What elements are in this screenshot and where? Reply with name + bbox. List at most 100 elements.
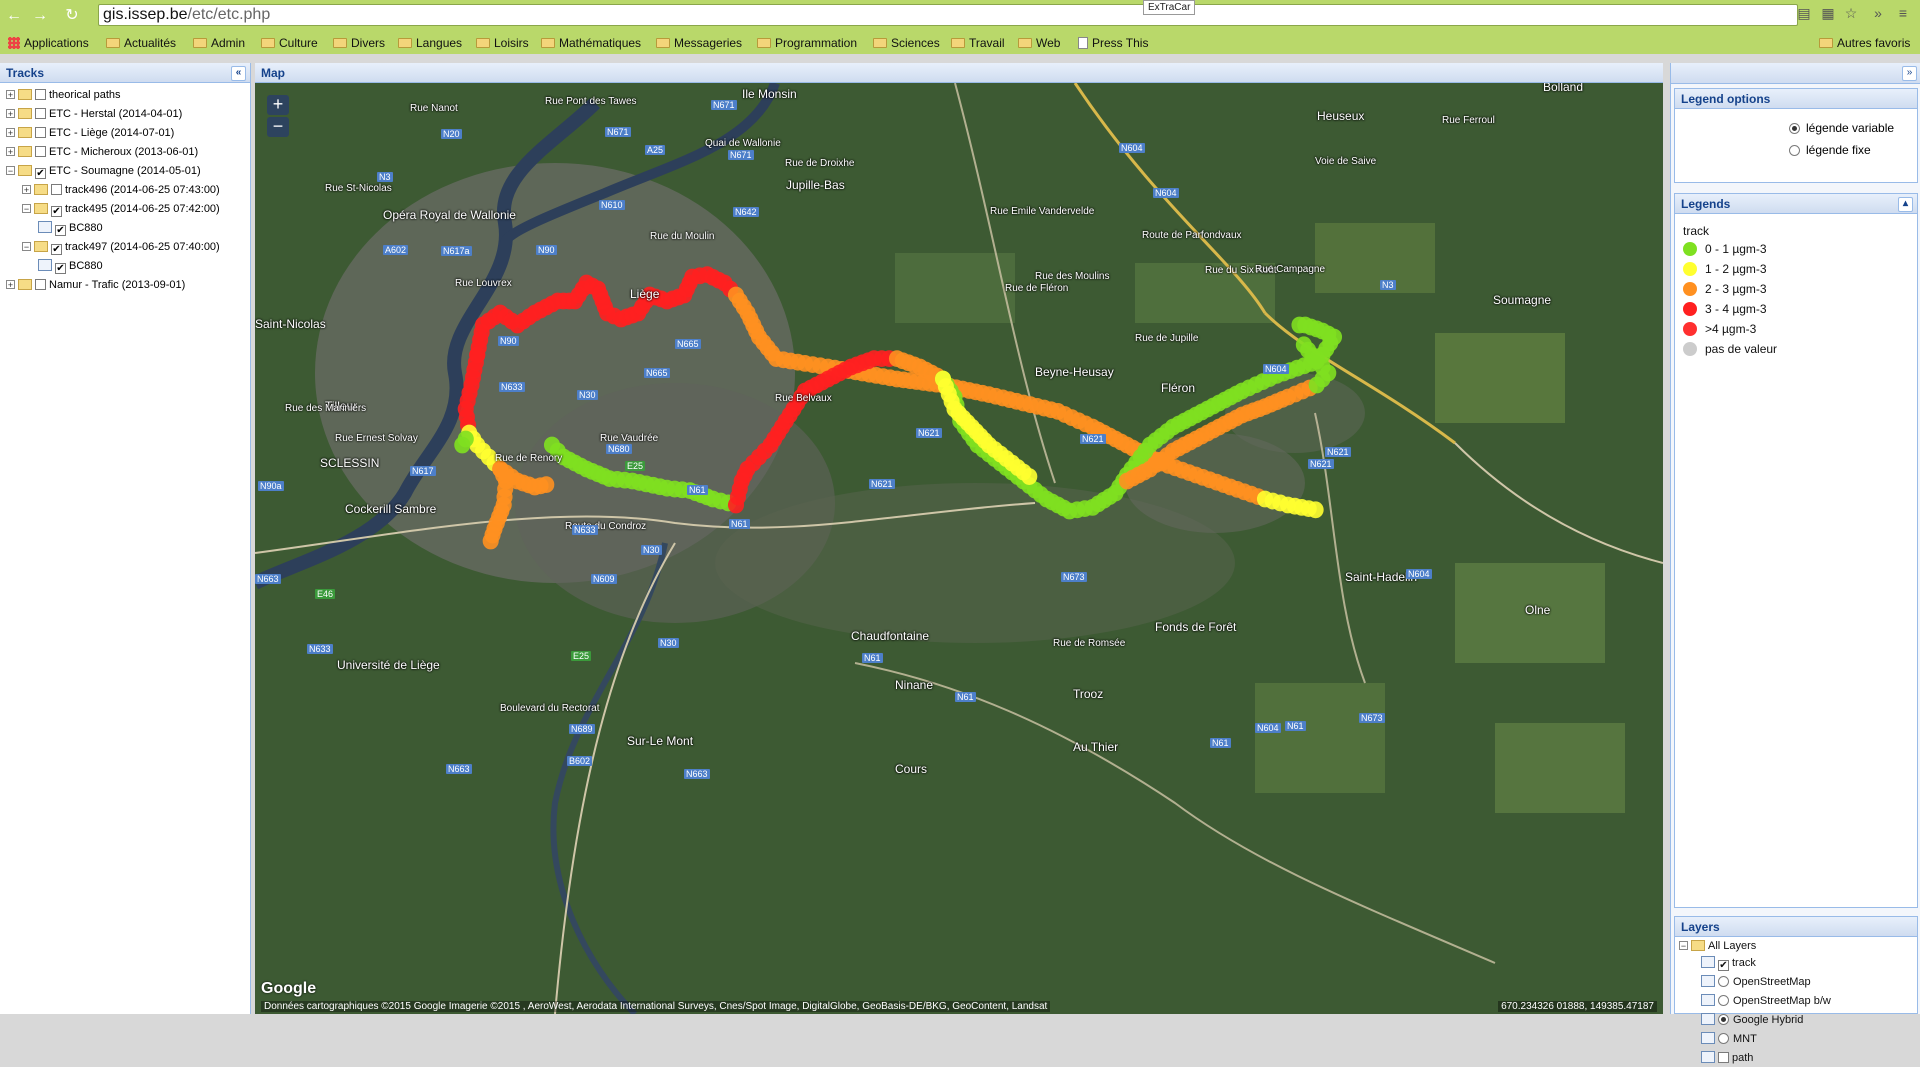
forward-icon[interactable]: → [30, 6, 50, 26]
collapse-up-icon[interactable]: ▴ [1898, 197, 1913, 212]
expand-icon[interactable]: + [6, 90, 15, 100]
url-bar[interactable]: gis.issep.be/etc/etc.php [98, 4, 1798, 26]
expand-icon[interactable]: + [6, 128, 15, 138]
tree-node-label: track496 (2014-06-25 07:43:00) [65, 184, 220, 196]
back-icon[interactable]: ← [4, 6, 24, 26]
collapse-icon[interactable]: − [22, 242, 31, 252]
bookmark-folder[interactable]: Sciences [873, 35, 940, 51]
tree-node[interactable]: − ✔ track495 (2014-06-25 07:42:00) [22, 201, 220, 217]
tree-node[interactable]: + ETC - Micheroux (2013-06-01) [6, 144, 198, 160]
more-extensions-icon[interactable]: » [1870, 5, 1886, 21]
radio-icon[interactable] [1718, 1014, 1729, 1025]
layer-item[interactable]: OpenStreetMap b/w [1701, 992, 1831, 1010]
track-point[interactable] [1295, 336, 1312, 354]
radio-icon[interactable] [1789, 145, 1800, 156]
bookmark-folder[interactable]: Loisirs [476, 35, 529, 51]
route-shield: N61 [862, 653, 883, 663]
route-shield: N680 [606, 444, 632, 454]
checkbox[interactable] [35, 279, 46, 290]
tree-leaf-sensor[interactable]: ✔ BC880 [38, 220, 103, 236]
collapse-icon[interactable]: − [22, 204, 31, 214]
tree-node[interactable]: + Namur - Trafic (2013-09-01) [6, 277, 185, 293]
bookmark-folder[interactable]: Travail [951, 35, 1005, 51]
page-icon[interactable]: ▤ [1796, 5, 1812, 21]
layer-item[interactable]: MNT [1701, 1030, 1757, 1048]
radio-icon[interactable] [1718, 1033, 1729, 1044]
checkbox[interactable] [35, 146, 46, 157]
bookmark-folder[interactable]: Mathématiques [541, 35, 641, 51]
zoom-out-button[interactable]: − [267, 117, 289, 137]
bookmark-label: Loisirs [494, 36, 529, 50]
place-label: SCLESSIN [320, 456, 380, 470]
bookmark-folder[interactable]: Messageries [656, 35, 742, 51]
route-shield: N642 [733, 207, 759, 217]
collapse-icon[interactable]: − [6, 166, 15, 176]
google-logo[interactable]: Google [261, 980, 316, 998]
checkbox[interactable]: ✔ [1718, 960, 1729, 971]
tree-node[interactable]: + theorical paths [6, 87, 121, 103]
expand-icon[interactable]: + [6, 109, 15, 119]
reload-icon[interactable]: ↻ [62, 6, 82, 26]
bookmark-folder[interactable]: Langues [398, 35, 462, 51]
map-panel: Map Ile Monsin Heuseux Bolland Soumagne … [255, 63, 1663, 1014]
expand-icon[interactable]: + [6, 147, 15, 157]
checkbox[interactable] [51, 184, 62, 195]
tree-node[interactable]: − ✔ ETC - Soumagne (2014-05-01) [6, 163, 201, 179]
extension-icon[interactable]: ▦ [1820, 5, 1836, 21]
bookmark-folder[interactable]: Actualités [106, 35, 176, 51]
tree-node[interactable]: + ETC - Herstal (2014-04-01) [6, 106, 182, 122]
bookmark-apps[interactable]: Applications [8, 35, 89, 51]
collapse-left-icon[interactable]: « [231, 66, 246, 81]
right-panel: » Legend options légende variable légend… [1670, 63, 1920, 1064]
track-point[interactable] [457, 430, 474, 448]
bookmark-folder[interactable]: Programmation [757, 35, 857, 51]
collapse-icon[interactable]: − [1679, 941, 1688, 951]
checkbox[interactable] [35, 127, 46, 138]
layer-item[interactable]: ✔ track [1701, 954, 1756, 972]
checkbox[interactable]: ✔ [51, 206, 62, 217]
bookmark-page[interactable]: Press This [1078, 35, 1148, 51]
bookmark-folder[interactable]: Culture [261, 35, 318, 51]
tree-node-label: BC880 [69, 222, 103, 234]
track-point[interactable] [538, 476, 555, 494]
map-canvas[interactable]: Ile Monsin Heuseux Bolland Soumagne Saint-Ni… [255, 83, 1663, 1014]
track-point[interactable] [1021, 468, 1038, 485]
legend-option-fixed[interactable]: légende fixe [1789, 141, 1871, 159]
tree-node[interactable]: − ✔ track497 (2014-06-25 07:40:00) [22, 239, 220, 255]
place-label: Cockerill Sambre [345, 502, 437, 516]
bookmark-folder[interactable]: Divers [333, 35, 385, 51]
checkbox[interactable] [35, 89, 46, 100]
bookmark-other[interactable]: Autres favoris [1819, 35, 1910, 51]
tree-node[interactable]: + ETC - Liège (2014-07-01) [6, 125, 174, 141]
checkbox[interactable]: ✔ [55, 225, 66, 236]
tree-leaf-sensor[interactable]: ✔ BC880 [38, 258, 103, 274]
bookmark-folder[interactable]: Admin [193, 35, 245, 51]
zoom-in-button[interactable]: + [267, 95, 289, 115]
track-point[interactable] [1307, 501, 1324, 519]
bookmark-folder[interactable]: Web [1018, 35, 1060, 51]
expand-icon[interactable]: + [6, 280, 15, 290]
checkbox[interactable]: ✔ [51, 244, 62, 255]
star-icon[interactable]: ☆ [1843, 5, 1859, 21]
checkbox[interactable] [1718, 1052, 1729, 1063]
menu-icon[interactable]: ≡ [1895, 5, 1911, 21]
route-shield: N671 [711, 100, 737, 110]
checkbox[interactable] [35, 108, 46, 119]
radio-icon[interactable] [1718, 976, 1729, 987]
checkbox[interactable]: ✔ [35, 168, 46, 179]
layer-item[interactable]: OpenStreetMap [1701, 973, 1811, 991]
expand-icon[interactable]: + [22, 185, 31, 195]
layer-item[interactable]: path [1701, 1049, 1753, 1067]
radio-icon[interactable] [1718, 995, 1729, 1006]
folder-icon [261, 38, 275, 48]
radio-icon[interactable] [1789, 123, 1800, 134]
map-attribution: Données cartographiques ©2015 Google Ima… [261, 1001, 1051, 1012]
track-point[interactable] [1291, 316, 1308, 334]
collapse-right-icon[interactable]: » [1902, 66, 1917, 81]
tree-node[interactable]: + track496 (2014-06-25 07:43:00) [22, 182, 220, 198]
tree-node-label: Namur - Trafic (2013-09-01) [49, 279, 186, 291]
checkbox[interactable]: ✔ [55, 263, 66, 274]
layers-root[interactable]: − All Layers [1679, 937, 1756, 955]
legend-option-variable[interactable]: légende variable [1789, 119, 1894, 137]
track-point[interactable] [482, 532, 499, 550]
